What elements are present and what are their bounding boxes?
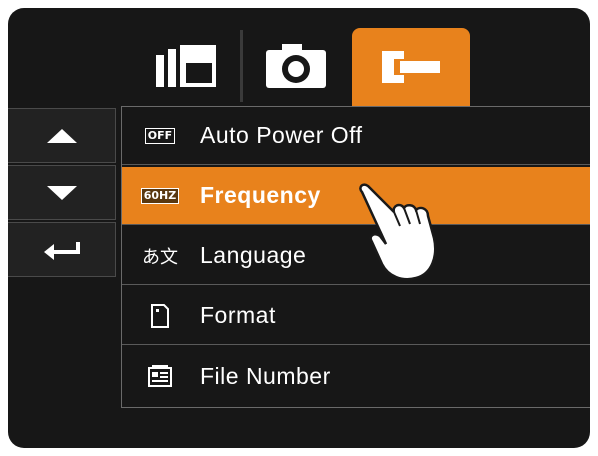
camera-icon	[266, 44, 326, 88]
nav-up-button[interactable]	[8, 108, 116, 163]
menu-item-label: Language	[200, 242, 307, 268]
sd-card-graphic	[151, 303, 169, 328]
camera-menu-screen: OFF Auto Power Off 60HZ Frequency あ文 Lan…	[8, 8, 590, 448]
video-mode-icon	[156, 45, 216, 87]
menu-item-format[interactable]: Format	[122, 287, 590, 345]
auto-power-off-icon: OFF	[140, 124, 180, 148]
tab-photo[interactable]	[246, 26, 346, 106]
menu-item-label: Format	[200, 302, 276, 328]
wrench-icon	[382, 51, 440, 83]
menu-item-auto-power-off[interactable]: OFF Auto Power Off	[122, 107, 590, 165]
auto-power-off-badge: OFF	[144, 127, 176, 144]
file-number-graphic	[148, 365, 172, 387]
menu-item-label: Auto Power Off	[200, 122, 363, 148]
menu-item-label: File Number	[200, 362, 331, 389]
nav-down-button[interactable]	[8, 165, 116, 220]
frequency-icon: 60HZ	[140, 184, 180, 208]
hand-cursor-icon	[359, 183, 437, 281]
tab-setup[interactable]	[352, 28, 470, 106]
language-icon: あ文	[140, 244, 180, 268]
triangle-down-icon	[46, 185, 77, 200]
format-card-icon	[140, 303, 180, 328]
menu-item-label: Frequency	[200, 182, 321, 208]
nav-enter-button[interactable]	[8, 222, 116, 277]
frequency-badge: 60HZ	[140, 187, 180, 204]
triangle-up-icon	[46, 128, 77, 143]
menu-item-file-number[interactable]: File Number	[122, 347, 590, 405]
tab-video[interactable]	[136, 26, 236, 106]
return-arrow-icon	[43, 241, 80, 260]
language-glyph: あ文	[142, 246, 178, 268]
tab-divider	[240, 30, 243, 102]
file-number-icon	[140, 364, 180, 388]
